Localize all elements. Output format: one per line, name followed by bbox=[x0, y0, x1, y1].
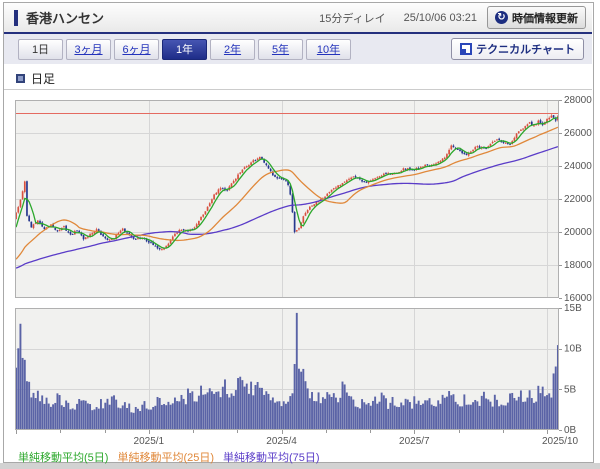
period-tab-bar: 1日 3ヶ月 6ヶ月 1年 2年 5年 10年 テクニカルチャート bbox=[4, 34, 592, 64]
page: 香港ハンセン 15分ディレイ 25/10/06 03:21 ↻ 時価情報更新 1… bbox=[0, 0, 600, 469]
chart-type-row: 日足 bbox=[16, 70, 55, 87]
header-right: 15分ディレイ 25/10/06 03:21 ↻ 時価情報更新 bbox=[319, 6, 592, 29]
price-volume-chart bbox=[0, 0, 600, 469]
refresh-button-label: 時価情報更新 bbox=[512, 10, 578, 26]
chart-type-label: 日足 bbox=[31, 70, 55, 87]
technical-chart-button-label: テクニカルチャート bbox=[476, 41, 575, 57]
tab-3months[interactable]: 3ヶ月 bbox=[66, 39, 111, 60]
tab-2years[interactable]: 2年 bbox=[210, 39, 255, 60]
technical-chart-button[interactable]: テクニカルチャート bbox=[451, 38, 584, 60]
page-title: 香港ハンセン bbox=[26, 8, 104, 27]
ma-legend: 単純移動平均(5日) 単純移動平均(25日) 単純移動平均(75日) bbox=[18, 449, 329, 465]
tab-1day[interactable]: 1日 bbox=[18, 39, 63, 60]
chart-window-icon bbox=[460, 43, 472, 55]
tab-6months[interactable]: 6ヶ月 bbox=[114, 39, 159, 60]
square-bullet-icon bbox=[16, 74, 25, 83]
refresh-quote-button[interactable]: ↻ 時価情報更新 bbox=[487, 6, 586, 29]
divider bbox=[4, 89, 592, 90]
tab-1year[interactable]: 1年 bbox=[162, 39, 207, 60]
header: 香港ハンセン 15分ディレイ 25/10/06 03:21 ↻ 時価情報更新 bbox=[4, 3, 592, 34]
tab-5years[interactable]: 5年 bbox=[258, 39, 303, 60]
title-accent-bar bbox=[14, 10, 18, 26]
refresh-icon: ↻ bbox=[495, 11, 508, 24]
legend-ma75: 単純移動平均(75日) bbox=[223, 449, 320, 465]
tab-10years[interactable]: 10年 bbox=[306, 39, 351, 60]
legend-ma5: 単純移動平均(5日) bbox=[18, 449, 108, 465]
quote-timestamp: 25/10/06 03:21 bbox=[404, 12, 477, 24]
legend-ma25: 単純移動平均(25日) bbox=[117, 449, 214, 465]
delay-note: 15分ディレイ bbox=[319, 10, 385, 26]
